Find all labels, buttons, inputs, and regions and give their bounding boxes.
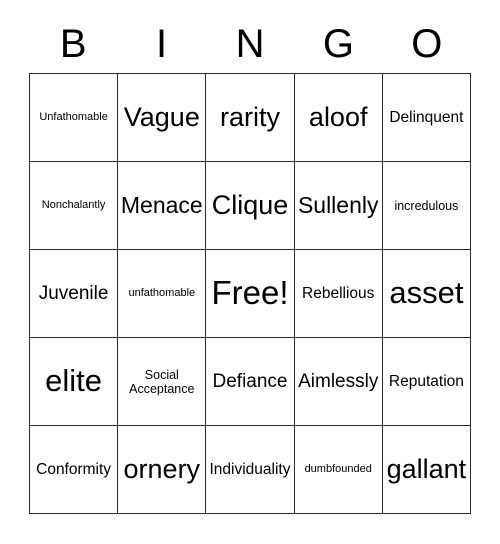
bingo-header: B I N G O bbox=[29, 14, 471, 73]
bingo-cell-label: unfathomable bbox=[128, 287, 196, 300]
bingo-row: Conformity ornery Individuality dumbfoun… bbox=[30, 426, 472, 514]
bingo-cell-label: Individuality bbox=[209, 460, 291, 478]
bingo-cell[interactable]: Menace bbox=[118, 162, 207, 250]
bingo-cell-label: Clique bbox=[211, 190, 289, 221]
bingo-cell[interactable]: Juvenile bbox=[30, 250, 119, 338]
bingo-cell[interactable]: Delinquent bbox=[382, 74, 472, 162]
header-letter-n: N bbox=[235, 21, 265, 66]
bingo-cell-label: Juvenile bbox=[38, 282, 109, 304]
bingo-cell[interactable]: rarity bbox=[206, 74, 295, 162]
bingo-cell-label: Defiance bbox=[212, 370, 288, 392]
header-letter-g: G bbox=[322, 21, 354, 66]
bingo-cell[interactable]: Individuality bbox=[206, 426, 295, 514]
bingo-cell-label: Reputation bbox=[388, 372, 464, 390]
bingo-cell[interactable]: elite bbox=[30, 338, 119, 426]
bingo-cell[interactable]: aloof bbox=[294, 74, 383, 162]
bingo-cell[interactable]: Sullenly bbox=[294, 162, 383, 250]
bingo-cell-label: Free! bbox=[211, 274, 289, 312]
bingo-cell-label: Rebellious bbox=[302, 284, 375, 302]
bingo-cell[interactable]: incredulous bbox=[382, 162, 472, 250]
bingo-row: Unfathomable Vague rarity aloof Delinque… bbox=[30, 74, 472, 162]
bingo-row: Nonchalantly Menace Clique Sullenly incr… bbox=[30, 162, 472, 250]
bingo-row: Juvenile unfathomable Free! Rebellious a… bbox=[30, 250, 472, 338]
bingo-cell[interactable]: Unfathomable bbox=[30, 74, 119, 162]
bingo-cell[interactable]: Nonchalantly bbox=[30, 162, 119, 250]
bingo-cell-free[interactable]: Free! bbox=[206, 250, 295, 338]
bingo-cell-label: gallant bbox=[386, 454, 467, 485]
bingo-cell-label: Menace bbox=[120, 191, 203, 218]
bingo-cell-label: Conformity bbox=[36, 460, 112, 478]
bingo-cell-label: Aimlessly bbox=[298, 370, 379, 392]
bingo-cell-label: aloof bbox=[308, 102, 368, 133]
bingo-cell[interactable]: Clique bbox=[206, 162, 295, 250]
bingo-cell[interactable]: Vague bbox=[118, 74, 207, 162]
bingo-cell[interactable]: Social Acceptance bbox=[118, 338, 207, 426]
bingo-cell-label: Unfathomable bbox=[39, 111, 108, 124]
bingo-cell-label: Social Acceptance bbox=[129, 367, 195, 396]
bingo-cell[interactable]: Conformity bbox=[30, 426, 119, 514]
bingo-cell[interactable]: gallant bbox=[382, 426, 472, 514]
bingo-cell[interactable]: unfathomable bbox=[118, 250, 207, 338]
bingo-cell[interactable]: ornery bbox=[118, 426, 207, 514]
bingo-cell-label: incredulous bbox=[394, 198, 459, 213]
bingo-grid: Unfathomable Vague rarity aloof Delinque… bbox=[29, 73, 472, 514]
bingo-cell-label: Vague bbox=[123, 102, 200, 133]
bingo-cell-label: elite bbox=[45, 363, 103, 399]
bingo-cell[interactable]: asset bbox=[382, 250, 472, 338]
header-letter-i: I bbox=[156, 21, 168, 66]
bingo-cell-label: asset bbox=[389, 275, 464, 311]
bingo-cell[interactable]: Defiance bbox=[206, 338, 295, 426]
bingo-cell-label: Delinquent bbox=[389, 108, 464, 126]
bingo-cell-label: dumbfounded bbox=[304, 463, 372, 476]
bingo-cell[interactable]: Rebellious bbox=[294, 250, 383, 338]
bingo-row: elite Social Acceptance Defiance Aimless… bbox=[30, 338, 472, 426]
header-letter-o: O bbox=[411, 21, 443, 66]
bingo-cell[interactable]: Reputation bbox=[382, 338, 472, 426]
bingo-cell-label: Sullenly bbox=[297, 191, 379, 218]
bingo-cell-label: Nonchalantly bbox=[41, 199, 106, 212]
bingo-cell[interactable]: dumbfounded bbox=[294, 426, 383, 514]
bingo-cell-label: ornery bbox=[123, 454, 201, 485]
bingo-card: B I N G O Unfathomable Vague rarity aloo… bbox=[29, 14, 472, 514]
header-letter-b: B bbox=[59, 21, 87, 66]
bingo-cell[interactable]: Aimlessly bbox=[294, 338, 383, 426]
bingo-cell-label: rarity bbox=[220, 102, 280, 133]
